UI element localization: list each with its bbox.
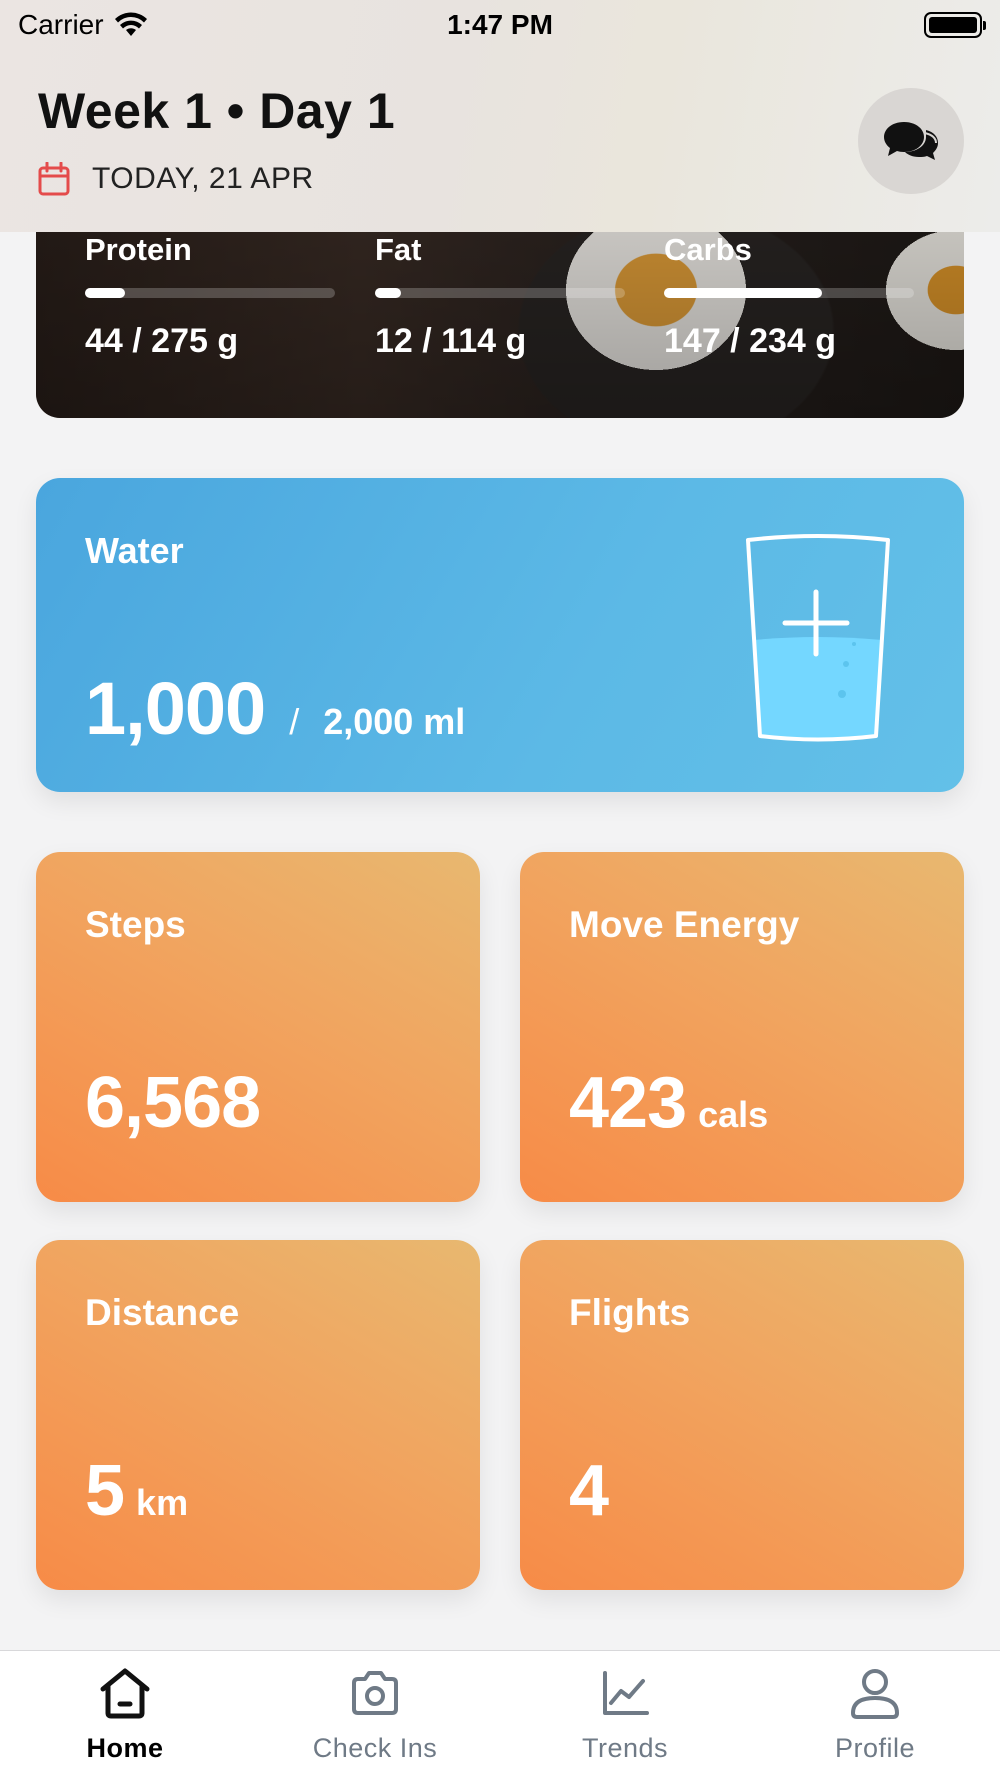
macro-progress-track: [664, 288, 914, 298]
macro-label: Carbs: [664, 232, 752, 267]
stat-value: 4: [569, 1451, 609, 1531]
macro-progress-fill: [375, 288, 402, 298]
macro-progress-track: [85, 288, 335, 298]
flights-card[interactable]: Flights 4: [520, 1240, 964, 1590]
tab-label: Trends: [581, 1733, 669, 1763]
macro-progress-fill: [664, 288, 822, 298]
stat-label: Distance: [85, 1292, 240, 1333]
page-title: Week 1 • Day 1: [38, 83, 396, 139]
macro-progress-fill: [85, 288, 125, 298]
water-amount: 1,000 / 2,000 ml: [85, 666, 465, 751]
status-bar: Carrier 1:47 PM: [0, 0, 1000, 50]
chat-bubbles-icon: [884, 122, 938, 160]
calendar-icon: [38, 162, 70, 196]
battery-icon: [924, 12, 986, 38]
macro-value: 12 / 114 g: [375, 322, 527, 360]
distance-card[interactable]: Distance 5 km: [36, 1240, 480, 1590]
date-label: TODAY, 21 APR: [92, 162, 314, 195]
water-current: 1,000: [85, 667, 266, 750]
person-icon: [851, 1669, 899, 1719]
chat-button[interactable]: [858, 88, 964, 194]
date-row[interactable]: TODAY, 21 APR: [38, 162, 314, 196]
stat-value: 6,568: [85, 1063, 261, 1143]
tab-bar: Home Check Ins Trends Profile: [0, 1650, 1000, 1778]
macro-label: Protein: [85, 232, 192, 267]
macro-protein: Protein 44 / 275 g: [85, 232, 335, 361]
tab-home[interactable]: Home: [0, 1651, 250, 1778]
home-icon: [100, 1668, 150, 1719]
stat-value-row: 4: [569, 1450, 620, 1532]
stat-label: Flights: [569, 1292, 691, 1333]
stat-value: 423: [569, 1063, 687, 1143]
move-energy-card[interactable]: Move Energy 423 cals: [520, 852, 964, 1202]
tab-profile[interactable]: Profile: [750, 1651, 1000, 1778]
stat-value-row: 6,568: [85, 1062, 272, 1144]
stat-unit: km: [136, 1482, 189, 1523]
water-label: Water: [85, 530, 184, 571]
status-time: 1:47 PM: [447, 9, 553, 40]
stat-unit: cals: [698, 1094, 769, 1135]
macro-carbs: Carbs 147 / 234 g: [664, 232, 914, 361]
steps-card[interactable]: Steps 6,568: [36, 852, 480, 1202]
macro-value: 44 / 275 g: [85, 322, 239, 360]
stat-value-row: 423 cals: [569, 1062, 768, 1144]
camera-icon: [352, 1671, 398, 1715]
stat-value: 5: [85, 1451, 125, 1531]
tab-trends[interactable]: Trends: [500, 1651, 750, 1778]
water-goal: 2,000 ml: [323, 701, 466, 742]
macro-progress-track: [375, 288, 625, 298]
stat-value-row: 5 km: [85, 1450, 188, 1532]
tab-label: Check Ins: [312, 1733, 438, 1763]
chart-icon: [603, 1671, 649, 1715]
macro-value: 147 / 234 g: [664, 322, 837, 360]
water-separator: /: [289, 701, 300, 742]
tab-label: Profile: [834, 1733, 916, 1763]
tab-label: Home: [86, 1733, 164, 1763]
stat-label: Steps: [85, 904, 186, 945]
macro-fat: Fat 12 / 114 g: [375, 232, 625, 361]
tab-check-ins[interactable]: Check Ins: [250, 1651, 500, 1778]
macro-label: Fat: [375, 232, 422, 267]
add-water-glass-icon[interactable]: [742, 530, 894, 748]
water-card[interactable]: Water 1,000 / 2,000 ml: [36, 478, 964, 792]
header: Carrier 1:47 PM Week 1 • Day 1 TODAY, 21…: [0, 0, 1000, 232]
stat-label: Move Energy: [569, 904, 800, 945]
